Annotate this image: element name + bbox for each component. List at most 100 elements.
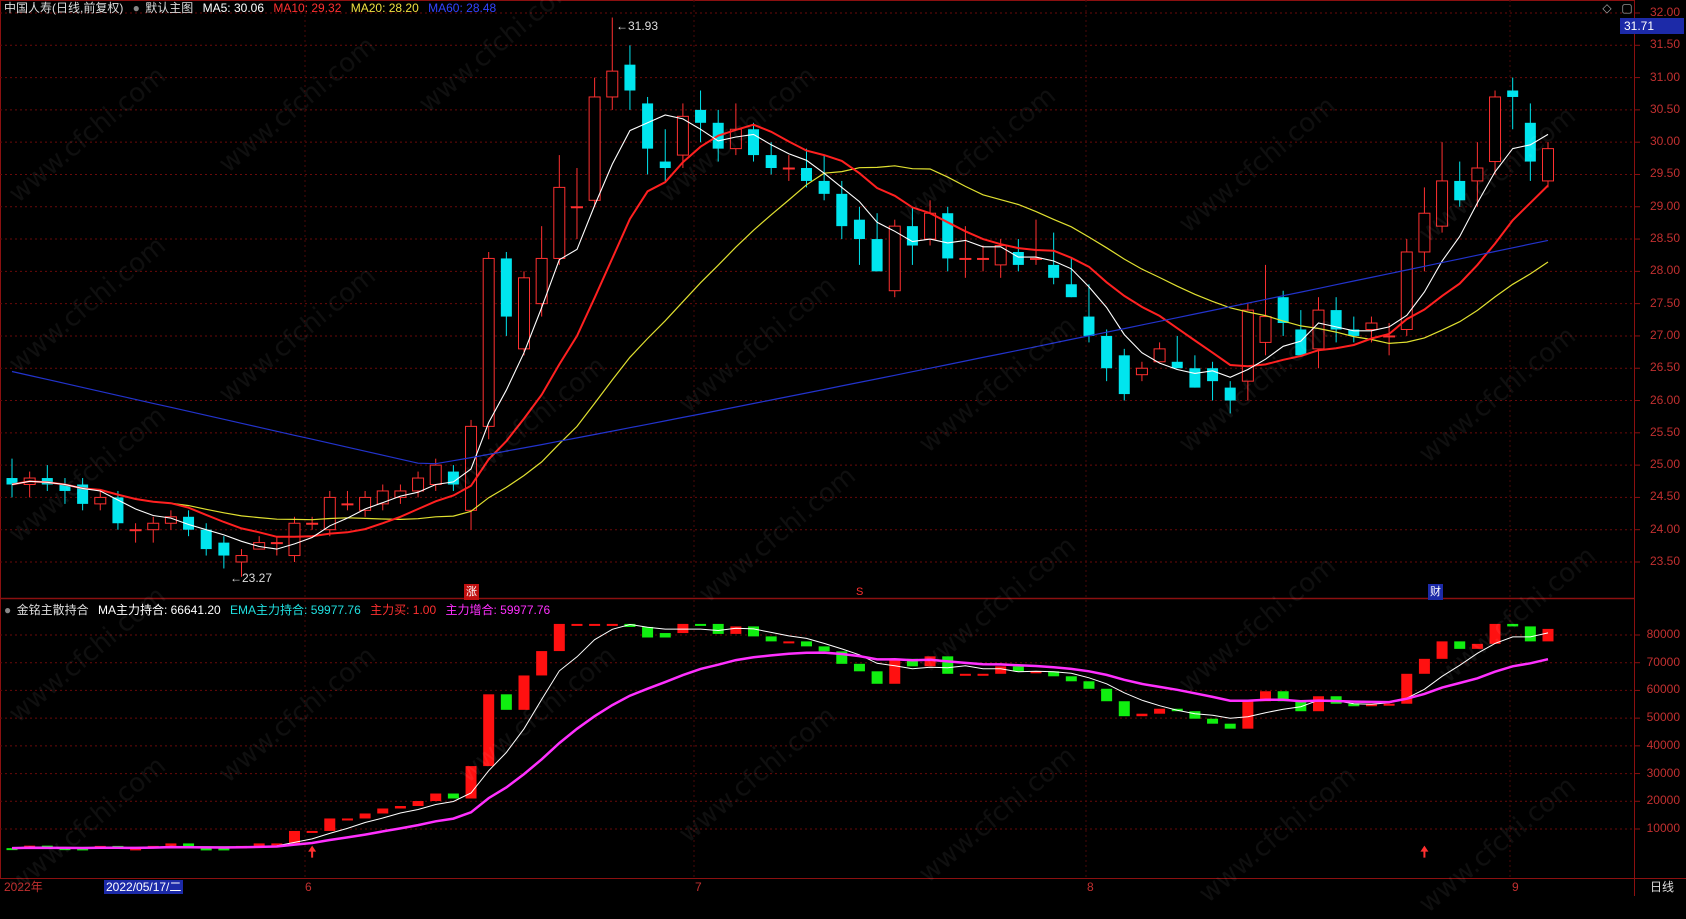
indicator-bar — [1065, 676, 1077, 682]
indicator-bar — [1489, 623, 1501, 644]
indicator-bar — [518, 675, 530, 710]
diamond-icon[interactable]: ◇ — [1600, 1, 1614, 15]
candle-up — [482, 257, 495, 427]
indicator-bar — [483, 694, 495, 767]
indicator-bar — [659, 633, 671, 638]
indicator-bar — [571, 623, 583, 626]
buy-arrow-icon — [1420, 845, 1429, 858]
date-label-month-9: 9 — [1512, 880, 1519, 894]
buy-arrow-icon — [308, 845, 317, 858]
candle-down — [1189, 368, 1201, 388]
candle-up — [235, 555, 248, 563]
indicator-bar — [324, 818, 336, 831]
indicator-bar — [748, 626, 760, 637]
price-tick-label: 26.00 — [1649, 392, 1680, 407]
volume-tick-label: 30000 — [1646, 765, 1680, 780]
price-tick-label: 26.50 — [1649, 360, 1680, 375]
candle-up — [1365, 322, 1378, 330]
template-label[interactable]: 默认主图 — [145, 1, 193, 15]
indicator-bar — [465, 766, 477, 799]
indicator-bar — [677, 623, 689, 634]
candle-up — [376, 490, 389, 505]
mark-zhang[interactable]: 涨 — [464, 584, 479, 600]
mark-cai[interactable]: 财 — [1428, 584, 1443, 600]
indicator-bar — [253, 843, 265, 846]
indicator-bar — [430, 793, 442, 802]
ema-main-label: EMA主力持合: 59977.76 — [230, 603, 361, 617]
price-tick-label: 31.00 — [1649, 69, 1680, 84]
indicator-bar — [165, 843, 177, 846]
indicator-bar — [1471, 643, 1483, 649]
candle-down — [748, 129, 760, 156]
price-tick-label: 30.00 — [1649, 134, 1680, 149]
indicator-dot-icon[interactable]: ● — [4, 603, 11, 617]
candle-up — [306, 522, 319, 525]
candle-down — [112, 497, 124, 524]
mark-s[interactable]: S — [856, 584, 863, 600]
indicator-bar — [1189, 711, 1201, 719]
date-label-year: 2022年 — [4, 880, 43, 894]
indicator-bar — [1524, 626, 1536, 642]
indicator-bar — [306, 830, 318, 833]
candle-down — [1065, 284, 1077, 298]
candle-up — [553, 186, 566, 259]
candle-down — [218, 542, 230, 556]
price-tick-label: 24.00 — [1649, 521, 1680, 536]
indicator-bar — [695, 623, 707, 626]
indicator-bar — [1154, 708, 1166, 714]
stock-chart[interactable] — [0, 0, 1686, 896]
ma5-label: MA5: 30.06 — [202, 1, 264, 15]
indicator-bar — [889, 658, 901, 684]
candle-up — [270, 542, 283, 545]
volume-tick-label: 60000 — [1646, 682, 1680, 697]
chart-border — [0, 0, 1635, 879]
volume-tick-label: 10000 — [1646, 821, 1680, 835]
candle-up — [518, 277, 530, 350]
candle-up — [924, 212, 937, 240]
indicator-bar — [1418, 658, 1430, 674]
price-tick-label: 25.50 — [1649, 424, 1680, 439]
window-icon[interactable]: ▢ — [1620, 1, 1634, 15]
indicator-ema-line — [11, 651, 1549, 850]
main-chart-header: 中国人寿(日线,前复权) ● 默认主图 MA5: 30.06 MA10: 29.… — [4, 0, 502, 16]
indicator-bar — [200, 848, 212, 851]
indicator-bar — [589, 623, 601, 626]
candle-down — [1118, 355, 1130, 395]
period-label[interactable]: 日线 — [1650, 880, 1674, 894]
indicator-bar — [1101, 688, 1113, 702]
indicator-bar — [1436, 641, 1448, 659]
main-buy-label: 主力买: 1.00 — [370, 603, 437, 617]
indicator-name[interactable]: 金铭主散持合 — [17, 603, 89, 617]
candle-down — [659, 161, 671, 169]
candle-down — [818, 180, 830, 194]
indicator-bar — [1542, 628, 1554, 642]
volume-tick-label: 80000 — [1646, 627, 1680, 641]
candle-up — [1542, 148, 1554, 182]
candle-down — [642, 103, 654, 149]
template-dot-icon[interactable]: ● — [133, 1, 140, 15]
low-annotation: ←23.27 — [230, 571, 273, 585]
price-tick-label: 27.00 — [1649, 327, 1680, 342]
candle-up — [606, 70, 619, 98]
candle-up — [1030, 257, 1042, 260]
candle-up — [570, 206, 583, 209]
indicator-bar — [359, 813, 371, 819]
ma60-label: MA60: 28.48 — [428, 1, 497, 15]
candle-down — [1454, 180, 1466, 201]
candle-up — [1471, 167, 1484, 182]
candle-up — [1259, 316, 1272, 343]
stock-title[interactable]: 中国人寿(日线,前复权) — [4, 1, 123, 15]
candle-up — [341, 503, 354, 506]
indicator-bar — [800, 641, 812, 647]
candle-up — [1418, 212, 1431, 253]
indicator-bar — [536, 651, 548, 676]
candle-down — [1048, 264, 1060, 278]
price-tick-label: 31.50 — [1649, 37, 1680, 52]
candle-down — [1277, 297, 1289, 324]
indicator-bar — [1207, 718, 1219, 724]
candle-up — [977, 257, 990, 260]
candle-down — [1207, 368, 1219, 382]
price-tick-label: 29.00 — [1649, 198, 1680, 213]
indicator-bar — [818, 646, 830, 652]
indicator-bar — [1012, 666, 1024, 672]
